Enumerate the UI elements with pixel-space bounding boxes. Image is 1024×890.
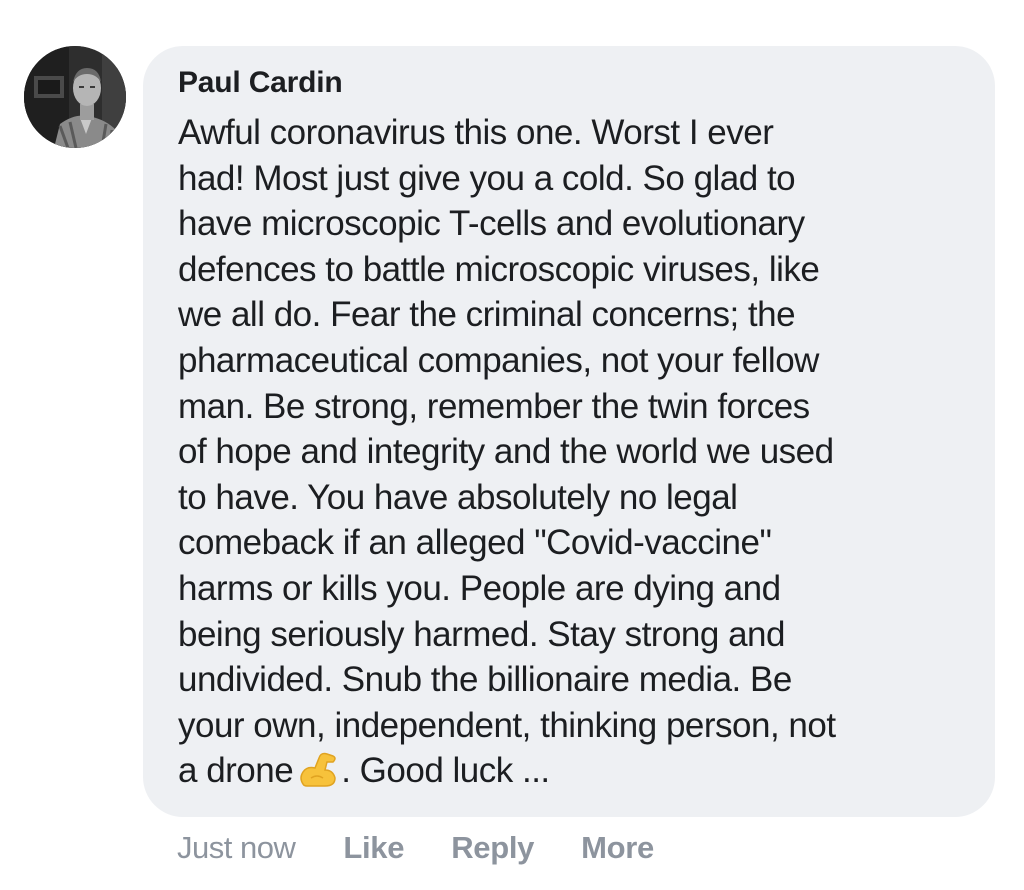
comment-text-line: your own, independent, thinking person, … bbox=[178, 705, 836, 745]
comment: Paul Cardin Awful coronavirus this one. … bbox=[0, 0, 1024, 890]
comment-text-line: pharmaceutical companies, not your fello… bbox=[178, 340, 819, 380]
comment-text-line: Awful coronavirus this one. Worst I ever bbox=[178, 113, 774, 152]
comment-text-after-emoji: . Good luck ... bbox=[341, 751, 550, 791]
flexed-biceps-icon bbox=[300, 753, 336, 788]
comment-bubble: Paul Cardin Awful coronavirus this one. … bbox=[143, 46, 995, 817]
comment-text-line: have microscopic T-cells and evolutionar… bbox=[178, 204, 805, 244]
like-button[interactable]: Like bbox=[343, 826, 404, 870]
more-button[interactable]: More bbox=[581, 826, 654, 870]
reply-button[interactable]: Reply bbox=[451, 826, 534, 870]
comment-text-line: defences to battle microscopic viruses, … bbox=[178, 249, 820, 289]
comment-text-line: being seriously harmed. Stay strong and bbox=[178, 614, 785, 654]
comment-text-line: undivided. Snub the billionaire media. B… bbox=[178, 660, 792, 700]
comment-text-line: of hope and integrity and the world we u… bbox=[178, 432, 834, 472]
comment-text-line: we all do. Fear the criminal concerns; t… bbox=[178, 295, 796, 335]
comment-text-last-line: a drone . Good luck ... bbox=[178, 748, 965, 794]
comment-text-line: to have. You have absolutely no legal bbox=[178, 477, 738, 517]
comment-author[interactable]: Paul Cardin bbox=[178, 66, 343, 100]
comment-actions: Just now Like Reply More bbox=[177, 826, 701, 870]
comment-text-line: man. Be strong, remember the twin forces bbox=[178, 386, 810, 426]
comment-text-line: comeback if an alleged "Covid-vaccine" bbox=[178, 523, 772, 563]
avatar-photo bbox=[24, 46, 126, 148]
comment-timestamp: Just now bbox=[177, 830, 296, 865]
comment-text-line: harms or kills you. People are dying and bbox=[178, 568, 781, 608]
comment-text-before-emoji: a drone bbox=[178, 751, 294, 791]
comment-text-line: had! Most just give you a cold. So glad … bbox=[178, 158, 796, 198]
comment-text: Awful coronavirus this one. Worst I ever… bbox=[178, 110, 965, 794]
avatar[interactable] bbox=[24, 46, 126, 148]
